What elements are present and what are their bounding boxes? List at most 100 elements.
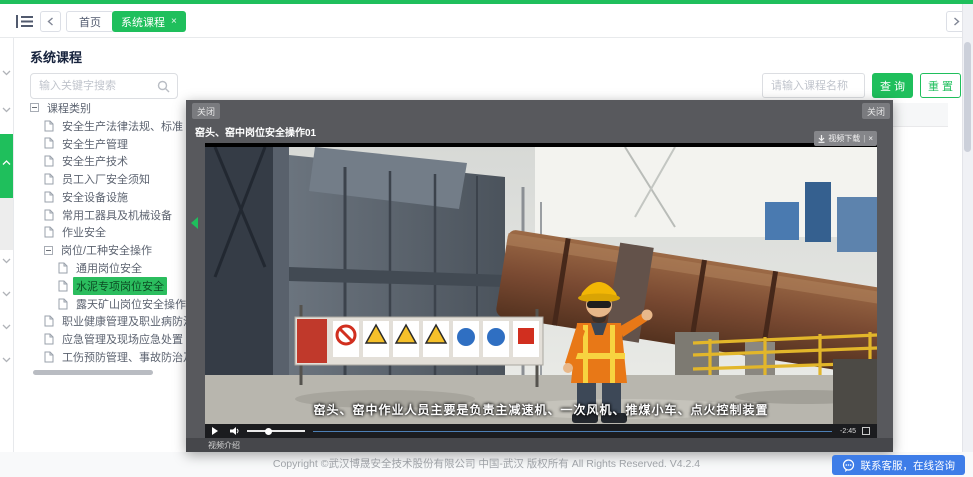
close-button[interactable]: 关闭 xyxy=(192,103,220,119)
tree-item-label: 工伤预防管理、事故防治及典型 xyxy=(59,348,186,365)
menu-fold-icon[interactable] xyxy=(16,15,33,28)
close-button[interactable]: 关闭 xyxy=(862,103,890,119)
chevron-down-icon xyxy=(2,107,11,113)
tab-bar: 首页 系统课程 × xyxy=(0,4,973,38)
seek-bar[interactable] xyxy=(313,431,832,432)
tab-active-label: 系统课程 xyxy=(121,14,165,30)
video-download-button[interactable]: 视频下载 | × xyxy=(814,131,877,146)
video-player-overlay: 关闭 关闭 窑头、窑中岗位安全操作01 视频下载 | × xyxy=(186,100,893,452)
chevron-right-icon xyxy=(953,17,960,26)
video-title: 窑头、窑中岗位安全操作01 xyxy=(195,124,316,139)
tree-item[interactable]: 员工入厂安全须知 xyxy=(26,170,186,188)
tree-search-box xyxy=(30,73,178,99)
tree-item-label: 应急管理及现场应急处置 xyxy=(59,330,186,348)
customer-service-button[interactable]: 联系客服，在线咨询 xyxy=(832,455,966,475)
video-download-label: 视频下载 xyxy=(828,133,860,144)
tree-item[interactable]: 安全生产法律法规、标准 xyxy=(26,117,186,135)
tree-item-label: 常用工器具及机械设备 xyxy=(59,206,175,224)
document-icon xyxy=(44,191,54,203)
query-button[interactable]: 查 询 xyxy=(872,73,913,98)
tree-item[interactable]: 课程类别 xyxy=(26,99,186,117)
nav-rail-active-item[interactable] xyxy=(0,134,13,198)
separator: | xyxy=(863,134,865,143)
volume-icon[interactable] xyxy=(230,427,239,435)
customer-service-label: 联系客服，在线咨询 xyxy=(861,458,956,473)
tab-close-icon[interactable]: × xyxy=(171,16,177,27)
video-intro-bar: 视频介绍 xyxy=(186,438,893,452)
page-title: 系统课程 xyxy=(30,47,82,66)
chevron-down-icon xyxy=(2,70,11,76)
rail-divider xyxy=(13,38,14,477)
tree-item[interactable]: 安全设备设施 xyxy=(26,188,186,206)
tree-item-label: 职业健康管理及职业病防治 xyxy=(59,312,186,330)
chevron-down-icon xyxy=(2,291,11,297)
document-icon xyxy=(44,120,54,132)
chevron-left-icon xyxy=(47,17,54,26)
tree-item[interactable]: 通用岗位安全 xyxy=(26,259,186,277)
tree-item[interactable]: 常用工器具及机械设备 xyxy=(26,206,186,224)
download-close-icon[interactable]: × xyxy=(868,134,873,143)
document-icon xyxy=(44,137,54,149)
search-icon[interactable] xyxy=(157,80,170,93)
app-window: 首页 系统课程 × 系统课程 课程类别安全生产法律法规、标准安全生产管理安全生产… xyxy=(0,0,973,477)
tree-search-input[interactable] xyxy=(31,74,149,98)
document-icon xyxy=(58,298,68,310)
tree-item[interactable]: 应急管理及现场应急处置 xyxy=(26,330,186,348)
chevron-down-icon xyxy=(2,258,11,264)
video-controls: -2:45 xyxy=(205,424,877,438)
document-icon xyxy=(44,173,54,185)
chevron-down-icon xyxy=(2,357,11,363)
tree-item[interactable]: 作业安全 xyxy=(26,224,186,242)
document-icon xyxy=(58,262,68,274)
play-button[interactable] xyxy=(212,427,218,435)
reset-button[interactable]: 重 置 xyxy=(920,73,961,98)
time-remaining: -2:45 xyxy=(840,428,856,435)
tree-item[interactable]: 职业健康管理及职业病防治 xyxy=(26,313,186,331)
tree-item[interactable]: 安全生产技术 xyxy=(26,152,186,170)
document-icon xyxy=(44,226,54,238)
panel-collapse-handle[interactable] xyxy=(191,217,198,229)
footer: Copyright ©武汉博晟安全技术股份有限公司 中国-武汉 版权所有 All… xyxy=(0,452,973,477)
download-icon xyxy=(818,135,825,143)
tab-system-courses[interactable]: 系统课程 × xyxy=(112,11,186,32)
tabs-prev-button[interactable] xyxy=(40,11,61,32)
tree-item[interactable]: 露天矿山岗位安全操作 xyxy=(26,295,186,313)
video-frame[interactable]: 窑头、窑中作业人员主要是负责主减速机、一次风机、推煤小车、点火控制装置 -2:4… xyxy=(205,143,877,438)
tree-item[interactable]: 水泥专项岗位安全 xyxy=(26,277,186,295)
nav-rail-item[interactable] xyxy=(0,198,13,250)
document-icon xyxy=(58,280,68,292)
video-still-image xyxy=(205,147,877,424)
tree-item-label: 通用岗位安全 xyxy=(73,259,145,277)
tree-item-label: 员工入厂安全须知 xyxy=(59,170,153,188)
video-subtitle: 窑头、窑中作业人员主要是负责主减速机、一次风机、推煤小车、点火控制装置 xyxy=(205,401,877,418)
tree-item-label: 安全生产法律法规、标准 xyxy=(59,117,186,135)
document-icon xyxy=(44,351,54,363)
tree-item-label: 岗位/工种安全操作 xyxy=(58,241,155,259)
tab-home-label: 首页 xyxy=(79,14,101,30)
video-intro-tab[interactable]: 视频介绍 xyxy=(208,440,240,451)
chevron-down-icon xyxy=(2,324,11,330)
volume-knob[interactable] xyxy=(265,428,272,435)
fullscreen-icon[interactable] xyxy=(862,427,870,435)
tree-item[interactable]: 工伤预防管理、事故防治及典型 xyxy=(26,348,186,365)
tree-item-label: 安全设备设施 xyxy=(59,188,131,206)
collapse-icon[interactable] xyxy=(30,103,39,112)
course-name-input[interactable] xyxy=(762,73,865,98)
tree-item-label: 课程类别 xyxy=(44,99,94,117)
tree-item-label: 作业安全 xyxy=(59,223,109,241)
tree-item-label: 安全生产技术 xyxy=(59,152,131,170)
tree-item[interactable]: 岗位/工种安全操作 xyxy=(26,241,186,259)
document-icon xyxy=(44,315,54,327)
tab-home[interactable]: 首页 xyxy=(66,11,114,32)
tree-item-label: 露天矿山岗位安全操作 xyxy=(73,295,186,313)
chat-bubble-icon xyxy=(842,459,855,472)
collapse-icon[interactable] xyxy=(44,246,53,255)
document-icon xyxy=(44,209,54,221)
tree-item[interactable]: 安全生产管理 xyxy=(26,135,186,153)
tree-item-label: 水泥专项岗位安全 xyxy=(73,277,167,295)
vertical-scrollbar-thumb[interactable] xyxy=(964,42,971,152)
copyright-text: Copyright ©武汉博晟安全技术股份有限公司 中国-武汉 版权所有 All… xyxy=(0,452,973,477)
tree-item-label: 安全生产管理 xyxy=(59,135,131,153)
tree-horizontal-scrollbar[interactable] xyxy=(33,370,153,375)
volume-slider[interactable] xyxy=(247,430,305,432)
